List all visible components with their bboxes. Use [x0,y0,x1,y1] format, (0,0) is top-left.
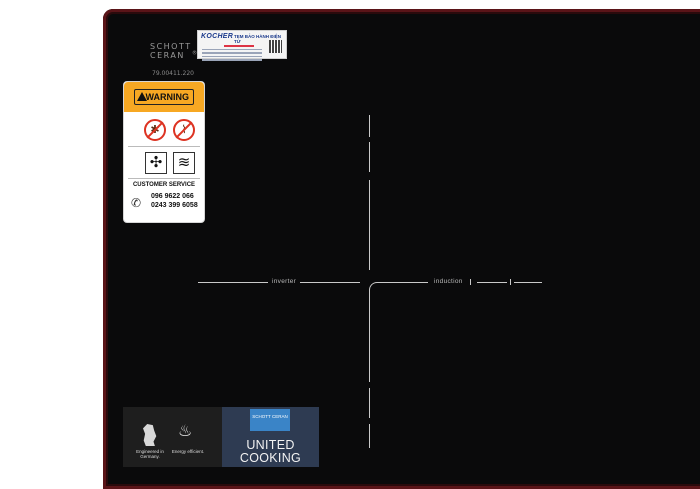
zone-corner [369,282,380,293]
warning-divider [128,178,200,179]
kocher-fine-print [202,43,262,63]
zone-tick [510,279,511,285]
qr-code-icon [269,40,282,53]
zone-label-induction: induction [434,278,463,285]
zone-marker-line [369,115,370,137]
energy-efficient-text: Energy efficient. [171,449,205,454]
zone-marker-line [369,388,370,418]
zone-marker-line [514,282,542,283]
zone-marker-line [369,424,370,448]
zone-marker-line [380,282,428,283]
zone-marker-line [369,142,370,172]
zone-marker-line [477,282,507,283]
fan-icon: ✣ [145,152,167,174]
schott-ceran-logo: SCHOTT CERAN ® [150,42,199,60]
cooking-label: COOKING [239,451,302,465]
zone-label-inverter: inverter [272,278,297,285]
no-cockroach-icon: ✱ [144,119,166,141]
zone-tick [470,279,471,285]
united-label: UNITED [246,438,295,452]
engineered-in-germany-text: Engineered in Germany. [136,449,164,459]
no-scratch-icon: ⌇ [173,119,195,141]
kocher-brand: KOCHER [201,33,234,40]
phone-number-1: 096 9622 066 [151,193,194,200]
zone-marker-line [369,292,370,382]
warning-triangle-icon [137,92,147,101]
schott-ceran-text: SCHOTT CERAN [150,42,192,60]
warning-card: WARNING ✱ ⌇ ✣ ≋ CUSTOMER SERVICE ✆ 096 9… [123,81,205,223]
kocher-warranty-sticker: KOCHER TEM BẢO HÀNH ĐIỆN TỬ [197,30,287,61]
phone-number-2: 0243 399 6058 [151,202,198,209]
schott-ceran-badge: SCHOTT CERAN [250,409,290,431]
zone-marker-line [198,282,268,283]
zone-marker-line [300,282,360,283]
customer-service-label: CUSTOMER SERVICE [132,182,196,188]
zone-marker-line [369,180,370,270]
warning-divider [128,146,200,147]
cooking-pot-icon: ♨ [178,423,193,440]
heat-waves-icon: ≋ [173,152,195,174]
serial-number: 79.00411.220 [152,70,194,77]
phone-icon: ✆ [131,196,142,210]
